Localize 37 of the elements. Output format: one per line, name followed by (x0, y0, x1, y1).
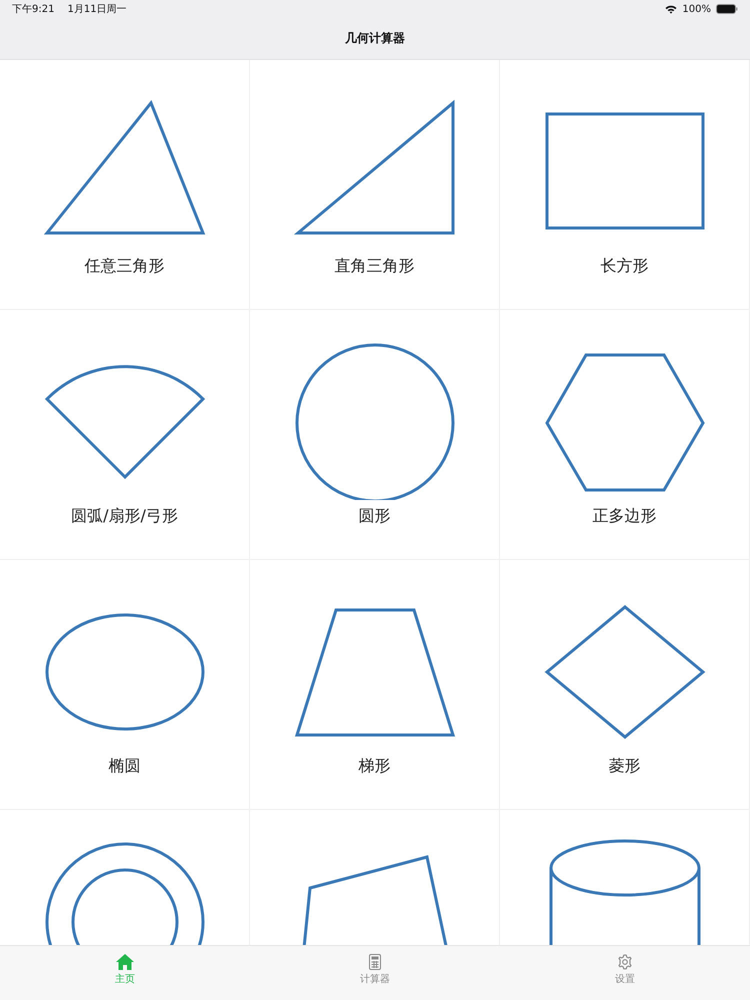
shape-tile[interactable]: 圆弧/扇形/弓形 (0, 310, 250, 560)
shape-label: 椭圆 (108, 756, 140, 777)
shape-label: 任意三角形 (84, 256, 164, 277)
shape-label: 梯形 (358, 756, 390, 777)
rectangle-icon (545, 112, 704, 230)
calculator-icon (369, 954, 381, 970)
status-time: 下午9:21 (12, 3, 54, 16)
shape-label: 正多边形 (592, 506, 656, 527)
shape-label: 长方形 (600, 256, 648, 277)
shape-tile[interactable]: 任意三角形 (0, 60, 250, 310)
home-icon (116, 954, 134, 970)
wifi-icon (665, 4, 678, 14)
rhombus-icon (544, 605, 705, 739)
shape-tile[interactable]: 正多边形 (500, 310, 750, 560)
shape-label: 圆形 (358, 506, 390, 527)
battery-percent: 100% (682, 4, 711, 14)
trapezoid-icon (294, 608, 455, 736)
sector-icon (45, 365, 204, 478)
shape-label: 圆弧/扇形/弓形 (71, 506, 178, 527)
status-date: 1月11日周一 (67, 3, 127, 16)
hexagon-icon (544, 354, 704, 492)
shape-tile[interactable]: 菱形 (500, 560, 750, 810)
shape-tile[interactable]: 梯形 (250, 560, 500, 810)
shape-tile[interactable]: 圆形 (250, 310, 500, 560)
triangle-icon (43, 100, 205, 234)
shape-tile[interactable]: 椭圆 (0, 560, 250, 810)
cylinder-icon (549, 840, 700, 945)
ring-icon (45, 842, 204, 945)
shape-label: 菱形 (608, 756, 640, 777)
settings-icon (617, 954, 633, 970)
shape-label: 直角三角形 (334, 256, 414, 277)
nav-title: 几何计算器 (345, 30, 405, 47)
right-triangle-icon (293, 100, 454, 234)
ellipse-icon (45, 614, 204, 730)
shape-tile[interactable]: 直角三角形 (250, 60, 500, 310)
battery-icon (716, 4, 738, 14)
shape-tile[interactable]: 长方形 (500, 60, 750, 310)
